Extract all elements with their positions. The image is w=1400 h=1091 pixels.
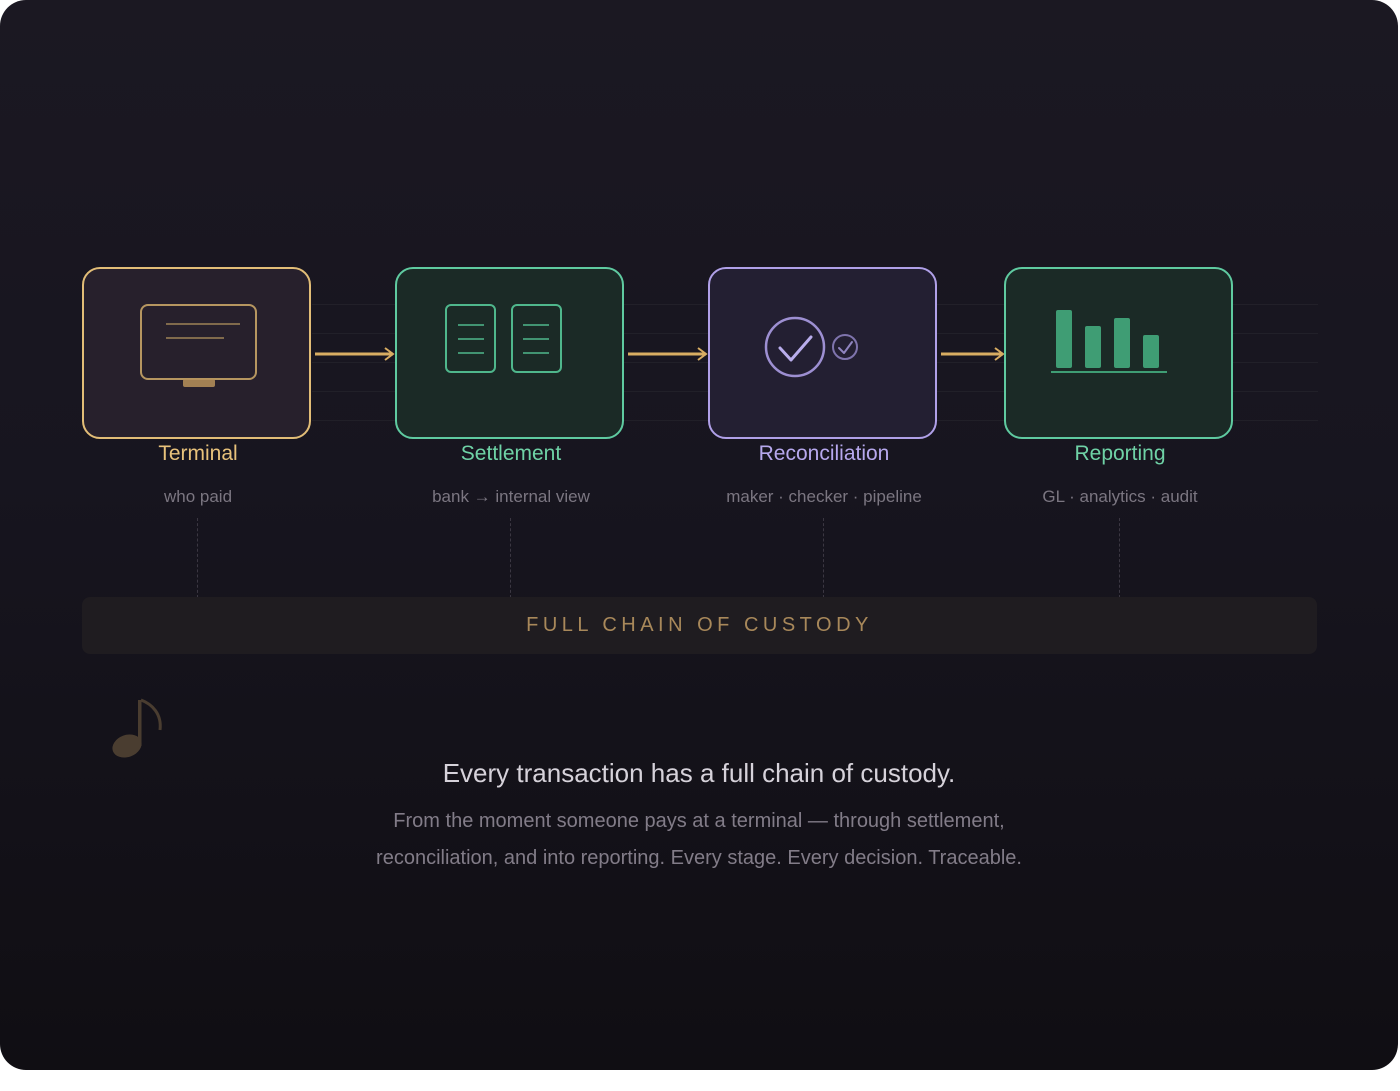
body-line-2: reconciliation, and into reporting. Ever… <box>376 847 1022 869</box>
headline: Every transaction has a full chain of cu… <box>442 758 956 788</box>
stage-card-terminal <box>82 267 311 439</box>
stage-subtitle-terminal: who paid <box>163 487 233 506</box>
dashed-connector <box>823 518 824 598</box>
double-check-icon <box>764 316 858 378</box>
custody-bar-label: FULL CHAIN OF CUSTODY <box>526 614 873 636</box>
dashed-connector <box>510 518 511 598</box>
stage-subtitle-settlement: bank → internal view <box>432 487 590 506</box>
stage-title-settlement: Settlement <box>460 442 562 465</box>
dashed-connector <box>197 518 198 598</box>
custody-bar: FULL CHAIN OF CUSTODY <box>82 597 1317 654</box>
diagram-canvas: Terminal who paid Settlement bank → inte… <box>0 0 1398 1070</box>
music-note-icon <box>112 698 162 758</box>
flow-arrow <box>628 347 708 361</box>
stage-title-terminal: Terminal <box>158 442 238 465</box>
stage-card-settlement <box>395 267 624 439</box>
stage-title-reconciliation: Reconciliation <box>758 442 890 465</box>
body-copy: From the moment someone pays at a termin… <box>300 803 1098 877</box>
dashed-connector <box>1119 518 1120 598</box>
stage-subtitle-reporting: GL · analytics · audit <box>1042 487 1198 506</box>
stage-card-reporting <box>1004 267 1233 439</box>
body-line-1: From the moment someone pays at a termin… <box>393 810 1005 832</box>
stage-card-reconciliation <box>708 267 937 439</box>
flow-arrow <box>315 347 395 361</box>
bar-chart-icon <box>1051 310 1167 373</box>
flow-arrow <box>941 347 1005 361</box>
documents-icon <box>445 304 562 373</box>
stage-subtitle-reconciliation: maker · checker · pipeline <box>726 487 922 506</box>
monitor-icon <box>140 304 257 387</box>
stage-title-reporting: Reporting <box>1074 442 1166 465</box>
